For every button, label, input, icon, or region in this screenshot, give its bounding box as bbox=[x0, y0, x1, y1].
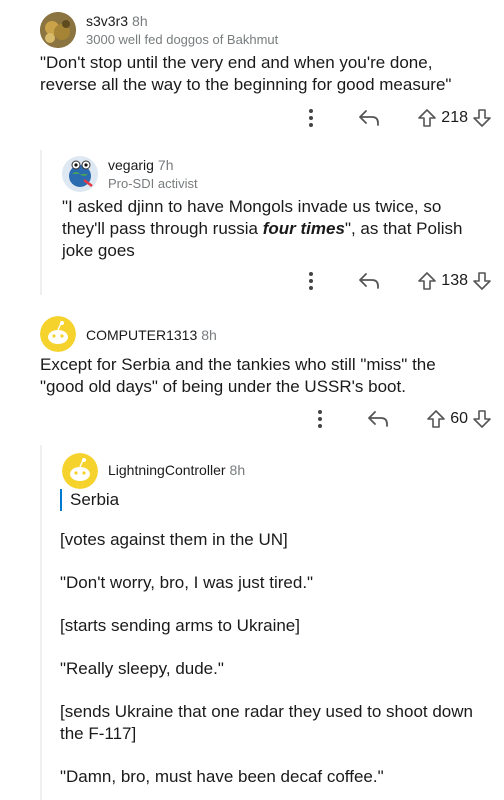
comment-paragraph: "Don't worry, bro, I was just tired." bbox=[60, 573, 314, 592]
comment-header: vegarig 7h Pro-SDI activist bbox=[62, 156, 198, 193]
username[interactable]: COMPUTER1313 bbox=[86, 327, 197, 343]
downvote-icon[interactable] bbox=[472, 409, 492, 429]
reply-icon[interactable] bbox=[349, 272, 389, 290]
username[interactable]: vegarig bbox=[108, 157, 154, 173]
comment-actions: 138 bbox=[301, 267, 492, 295]
vote-controls: 218 bbox=[417, 108, 492, 128]
comment-text: Except for Serbia and the tankies who st… bbox=[40, 355, 436, 396]
comment-body: "Don't stop until the very end and when … bbox=[40, 52, 484, 96]
comment-text: "Don't stop until the very end and when … bbox=[40, 53, 452, 94]
comment-s3v3r3: s3v3r3 8h 3000 well fed doggos of Bakhmut… bbox=[0, 0, 504, 150]
comment-paragraph: [votes against them in the UN] bbox=[60, 530, 288, 549]
comment-header: LightningController 8h bbox=[62, 453, 245, 489]
dog-avatar-icon bbox=[40, 12, 76, 48]
vote-score: 60 bbox=[450, 410, 468, 427]
downvote-icon[interactable] bbox=[472, 108, 492, 128]
avatar[interactable] bbox=[62, 156, 98, 192]
avatar[interactable] bbox=[40, 12, 76, 48]
more-options-icon[interactable] bbox=[310, 410, 330, 428]
snoo-avatar-icon bbox=[40, 316, 76, 352]
comment-computer1313: COMPUTER1313 8h Except for Serbia and the… bbox=[0, 310, 504, 445]
comment-body: "I asked djinn to have Mongols invade us… bbox=[62, 196, 484, 262]
comment-age: 7h bbox=[157, 157, 174, 173]
comment-body: Serbia [votes against them in the UN] "D… bbox=[60, 489, 484, 788]
reply-icon[interactable] bbox=[358, 410, 398, 428]
comment-age: 8h bbox=[132, 13, 148, 29]
globe-avatar-icon bbox=[62, 156, 98, 192]
snoo-avatar-icon bbox=[62, 453, 98, 489]
comment-paragraph: [sends Ukraine that one radar they used … bbox=[60, 702, 473, 743]
comment-body: Except for Serbia and the tankies who st… bbox=[40, 354, 484, 398]
user-flair: Pro-SDI activist bbox=[108, 176, 198, 191]
avatar[interactable] bbox=[40, 316, 76, 352]
reply-icon[interactable] bbox=[349, 109, 389, 127]
user-flair: 3000 well fed doggos of Bakhmut bbox=[86, 32, 279, 47]
more-options-icon[interactable] bbox=[301, 272, 321, 290]
username[interactable]: s3v3r3 bbox=[86, 13, 128, 29]
upvote-icon[interactable] bbox=[417, 271, 437, 291]
comment-age: 8h bbox=[229, 462, 246, 478]
comment-text: "I asked djinn to have Mongols invade us… bbox=[62, 196, 484, 262]
comment-header: s3v3r3 8h 3000 well fed doggos of Bakhmut bbox=[40, 12, 278, 49]
vote-controls: 138 bbox=[417, 271, 492, 291]
vote-score: 218 bbox=[441, 109, 468, 126]
comment-age: 8h bbox=[201, 327, 217, 343]
vote-controls: 60 bbox=[426, 409, 492, 429]
username[interactable]: LightningController bbox=[108, 462, 226, 478]
downvote-icon[interactable] bbox=[472, 271, 492, 291]
comment-lightningcontroller: LightningController 8h Serbia [votes agai… bbox=[0, 445, 504, 800]
comment-vegarig: vegarig 7h Pro-SDI activist "I asked djin… bbox=[0, 150, 504, 310]
comment-header: COMPUTER1313 8h bbox=[40, 316, 217, 352]
block-quote: Serbia bbox=[60, 489, 484, 511]
upvote-icon[interactable] bbox=[417, 108, 437, 128]
emphasis-text: four times bbox=[262, 219, 345, 238]
quote-text: Serbia bbox=[70, 490, 120, 509]
avatar[interactable] bbox=[62, 453, 98, 489]
comment-paragraph: [starts sending arms to Ukraine] bbox=[60, 616, 300, 635]
vote-score: 138 bbox=[441, 272, 468, 289]
comment-actions: 60 bbox=[310, 405, 492, 433]
comment-paragraph: "Damn, bro, must have been decaf coffee.… bbox=[60, 767, 384, 786]
upvote-icon[interactable] bbox=[426, 409, 446, 429]
more-options-icon[interactable] bbox=[301, 109, 321, 127]
comment-paragraph: "Really sleepy, dude." bbox=[60, 659, 224, 678]
comment-actions: 218 bbox=[301, 104, 492, 132]
